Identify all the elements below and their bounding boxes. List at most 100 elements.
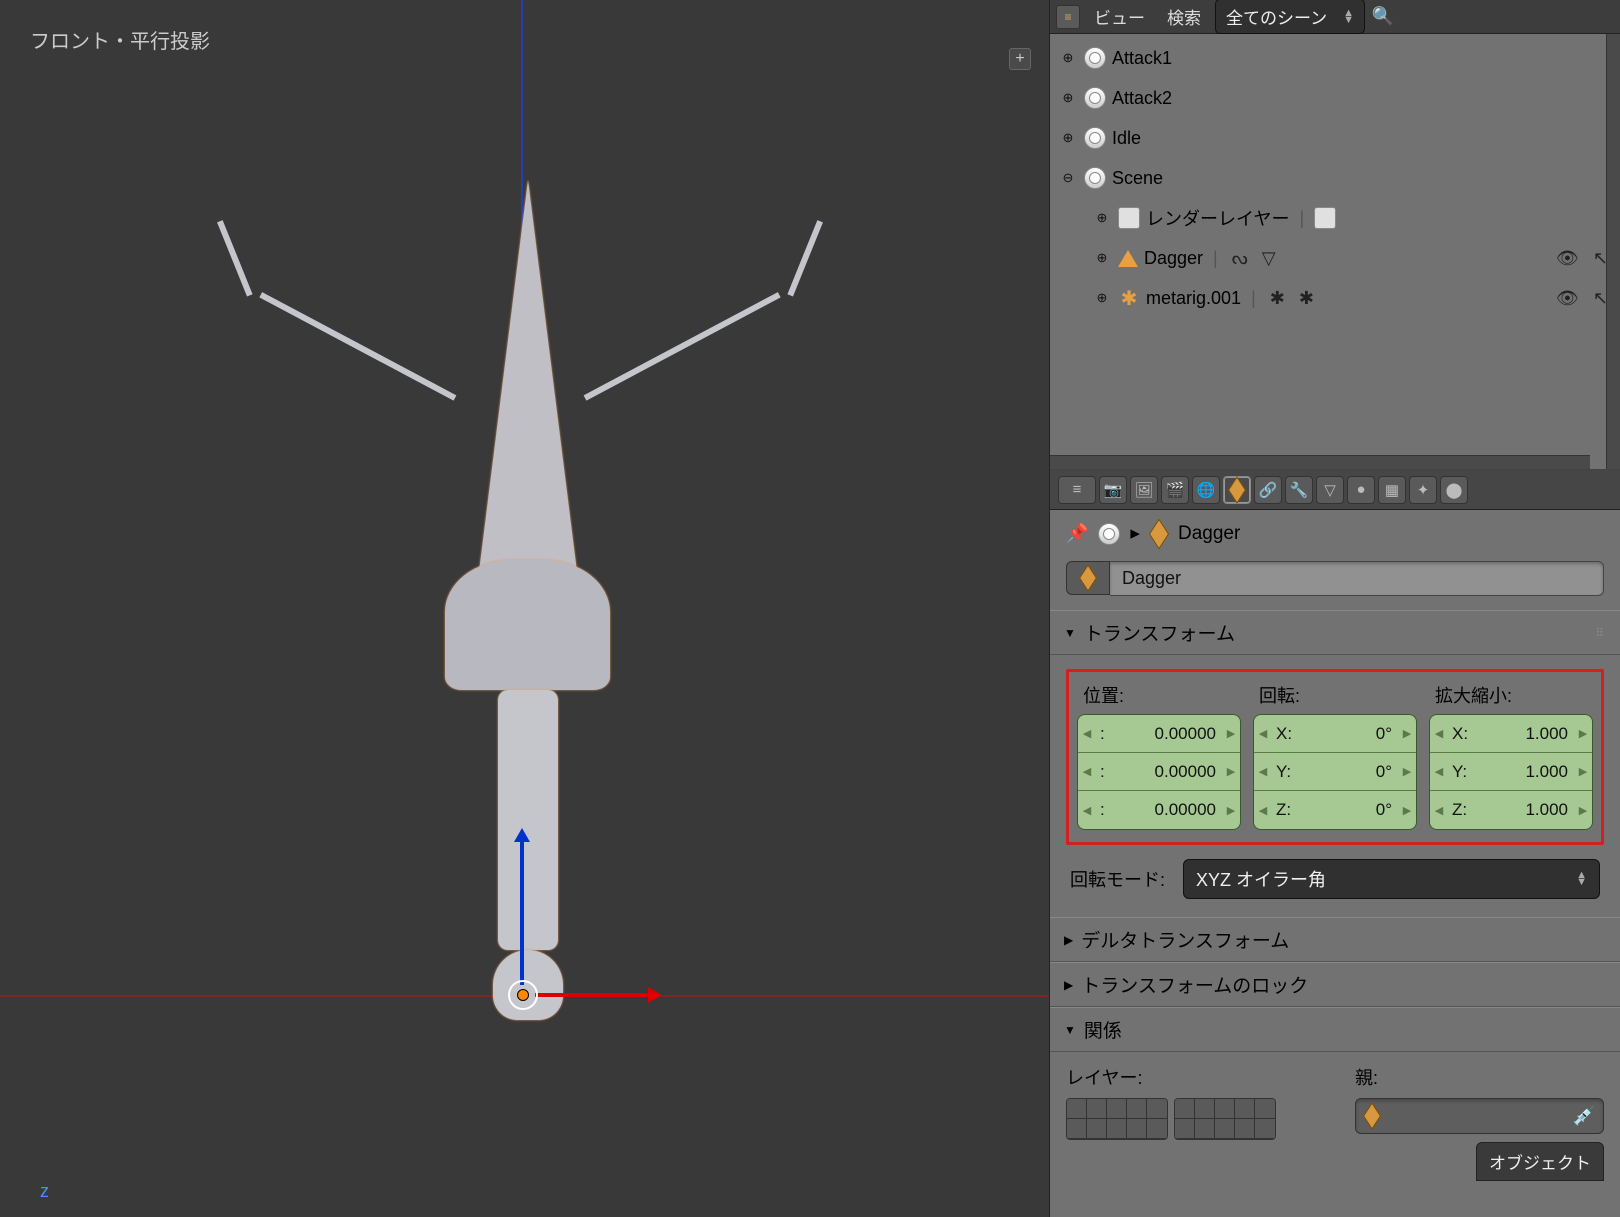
expand-icon[interactable]: ⊕ xyxy=(1092,290,1112,306)
location-y-field[interactable]: ◀:0.00000▶ xyxy=(1078,753,1240,791)
tree-object-dagger[interactable]: ⊕ Dagger | ᔓ ▽ 👁 ↖ xyxy=(1050,238,1620,278)
parent-type-dropdown[interactable]: オブジェクト xyxy=(1476,1142,1604,1181)
mesh-icon xyxy=(1118,250,1138,267)
rotation-y-field[interactable]: ◀Y:0°▶ xyxy=(1254,753,1416,791)
tree-scene-scene[interactable]: ⊖ Scene xyxy=(1050,158,1620,198)
divider: | xyxy=(1295,208,1308,229)
expand-icon[interactable]: ⊕ xyxy=(1092,210,1112,226)
armature-icon: ✱ xyxy=(1118,287,1140,309)
object-name-input[interactable]: Dagger xyxy=(1110,561,1604,596)
breadcrumb: 📌 ▸ Dagger xyxy=(1050,510,1620,557)
scale-y-field[interactable]: ◀Y:1.000▶ xyxy=(1430,753,1592,791)
location-x-field[interactable]: ◀:0.00000▶ xyxy=(1078,715,1240,753)
expand-icon[interactable]: ⊕ xyxy=(1058,90,1078,106)
location-z-field[interactable]: ◀:0.00000▶ xyxy=(1078,791,1240,829)
modifier-icon[interactable]: ᔓ xyxy=(1228,248,1252,269)
properties-tabs: ≡ 📷 🖼 🎬 🌐 🔗 🔧 ▽ ● ▦ ✦ ⬤ xyxy=(1050,470,1620,510)
scene-icon xyxy=(1084,127,1106,149)
tab-constraints[interactable]: 🔗 xyxy=(1254,476,1282,504)
outliner-view-menu[interactable]: ビュー xyxy=(1086,4,1153,29)
tree-scene-attack2[interactable]: ⊕ Attack2 xyxy=(1050,78,1620,118)
expand-icon[interactable]: ⊕ xyxy=(1092,250,1112,266)
object-icon xyxy=(1363,1102,1381,1129)
scene-icon xyxy=(1084,87,1106,109)
outliner-panel: ≡ ビュー 検索 全てのシーン ▲▼ 🔍 ⊕ Attack1 ⊕ Attack2… xyxy=(1050,0,1620,470)
tab-texture[interactable]: ▦ xyxy=(1378,476,1406,504)
gizmo-origin[interactable] xyxy=(508,980,538,1010)
disclosure-open-icon: ▼ xyxy=(1064,626,1076,640)
panel-title: トランスフォーム xyxy=(1084,619,1235,646)
model-arm-left xyxy=(259,292,456,401)
tab-world[interactable]: 🌐 xyxy=(1192,476,1220,504)
outliner-search-menu[interactable]: 検索 xyxy=(1159,4,1209,29)
panel-transform-header[interactable]: ▼ トランスフォーム ⠿ xyxy=(1050,610,1620,655)
location-label: 位置: xyxy=(1077,682,1241,708)
pose-icon[interactable]: ✱ xyxy=(1295,288,1318,309)
render-layers-icon xyxy=(1118,207,1140,229)
panel-lock-header[interactable]: ▶ トランスフォームのロック xyxy=(1050,962,1620,1007)
mesh-data-icon[interactable]: ▽ xyxy=(1258,248,1280,269)
gizmo-arrow-x[interactable] xyxy=(535,993,650,997)
visibility-icon[interactable]: 👁 xyxy=(1552,288,1583,309)
rotation-z-field[interactable]: ◀Z:0°▶ xyxy=(1254,791,1416,829)
object-name-field[interactable]: Dagger xyxy=(1066,561,1604,596)
tree-object-metarig[interactable]: ⊕ ✱ metarig.001 | ✱ ✱ 👁 ↖ xyxy=(1050,278,1620,318)
panel-delta-header[interactable]: ▶ デルタトランスフォーム xyxy=(1050,917,1620,962)
parent-field[interactable]: 💉 xyxy=(1355,1098,1604,1134)
model-dagger[interactable] xyxy=(440,180,615,1060)
tree-label: Scene xyxy=(1112,168,1163,189)
viewport-add-button[interactable]: + xyxy=(1009,48,1031,70)
layer-label: レイヤー: xyxy=(1066,1064,1315,1090)
tab-modifiers[interactable]: 🔧 xyxy=(1285,476,1313,504)
outliner-h-scrollbar[interactable] xyxy=(1050,455,1590,469)
render-layers-icon xyxy=(1314,207,1336,229)
armature-data-icon[interactable]: ✱ xyxy=(1266,288,1289,309)
tree-scene-attack1[interactable]: ⊕ Attack1 xyxy=(1050,38,1620,78)
rotation-mode-dropdown[interactable]: XYZ オイラー角 ▲▼ xyxy=(1183,859,1600,899)
gizmo-arrow-z[interactable] xyxy=(520,840,524,985)
tree-label: Attack2 xyxy=(1112,88,1172,109)
layer-buttons[interactable] xyxy=(1066,1098,1315,1140)
visibility-icon[interactable]: 👁 xyxy=(1552,248,1583,269)
editor-type-icon[interactable]: ≡ xyxy=(1056,5,1080,29)
outliner-v-scrollbar[interactable] xyxy=(1606,34,1620,469)
tab-physics[interactable]: ⬤ xyxy=(1440,476,1468,504)
scale-z-field[interactable]: ◀Z:1.000▶ xyxy=(1430,791,1592,829)
pin-icon[interactable]: 📌 xyxy=(1066,523,1088,544)
tree-label: レンダーレイヤー xyxy=(1146,205,1289,231)
divider: | xyxy=(1247,288,1260,309)
scale-x-field[interactable]: ◀X:1.000▶ xyxy=(1430,715,1592,753)
outliner-header: ≡ ビュー 検索 全てのシーン ▲▼ 🔍 xyxy=(1050,0,1620,34)
object-icon[interactable] xyxy=(1066,561,1110,595)
properties-panel: ≡ 📷 🖼 🎬 🌐 🔗 🔧 ▽ ● ▦ ✦ ⬤ 📌 ▸ Dagger Dagge… xyxy=(1050,470,1620,1217)
transform-highlight-box: 位置: ◀:0.00000▶ ◀:0.00000▶ ◀:0.00000▶ 回転:… xyxy=(1066,669,1604,845)
tab-particles[interactable]: ✦ xyxy=(1409,476,1437,504)
tab-object[interactable] xyxy=(1223,476,1251,504)
expand-icon[interactable]: ⊕ xyxy=(1058,50,1078,66)
tree-render-layers[interactable]: ⊕ レンダーレイヤー | xyxy=(1050,198,1620,238)
axis-z-label: z xyxy=(40,1181,49,1202)
tab-data[interactable]: ▽ xyxy=(1316,476,1344,504)
tree-scene-idle[interactable]: ⊕ Idle xyxy=(1050,118,1620,158)
disclosure-open-icon: ▼ xyxy=(1064,1023,1076,1037)
panel-grip-icon[interactable]: ⠿ xyxy=(1595,626,1606,640)
scene-icon xyxy=(1084,47,1106,69)
breadcrumb-object[interactable]: Dagger xyxy=(1178,523,1240,545)
scene-icon xyxy=(1098,523,1120,545)
search-icon[interactable]: 🔍 xyxy=(1371,5,1395,29)
eyedropper-icon[interactable]: 💉 xyxy=(1573,1106,1595,1127)
collapse-icon[interactable]: ⊖ xyxy=(1058,170,1078,186)
rotation-mode-row: 回転モード: XYZ オイラー角 ▲▼ xyxy=(1066,859,1604,899)
panel-relations-header[interactable]: ▼ 関係 xyxy=(1050,1007,1620,1052)
outliner-filter-dropdown[interactable]: 全てのシーン ▲▼ xyxy=(1215,0,1365,34)
3d-viewport[interactable]: フロント・平行投影 + z xyxy=(0,0,1050,1217)
expand-icon[interactable]: ⊕ xyxy=(1058,130,1078,146)
tab-material[interactable]: ● xyxy=(1347,476,1375,504)
tab-render-layers[interactable]: 🖼 xyxy=(1130,476,1158,504)
tree-label: Dagger xyxy=(1144,248,1203,269)
tab-render[interactable]: 📷 xyxy=(1099,476,1127,504)
tree-label: metarig.001 xyxy=(1146,288,1241,309)
editor-type-icon[interactable]: ≡ xyxy=(1058,476,1096,504)
rotation-x-field[interactable]: ◀X:0°▶ xyxy=(1254,715,1416,753)
tab-scene[interactable]: 🎬 xyxy=(1161,476,1189,504)
